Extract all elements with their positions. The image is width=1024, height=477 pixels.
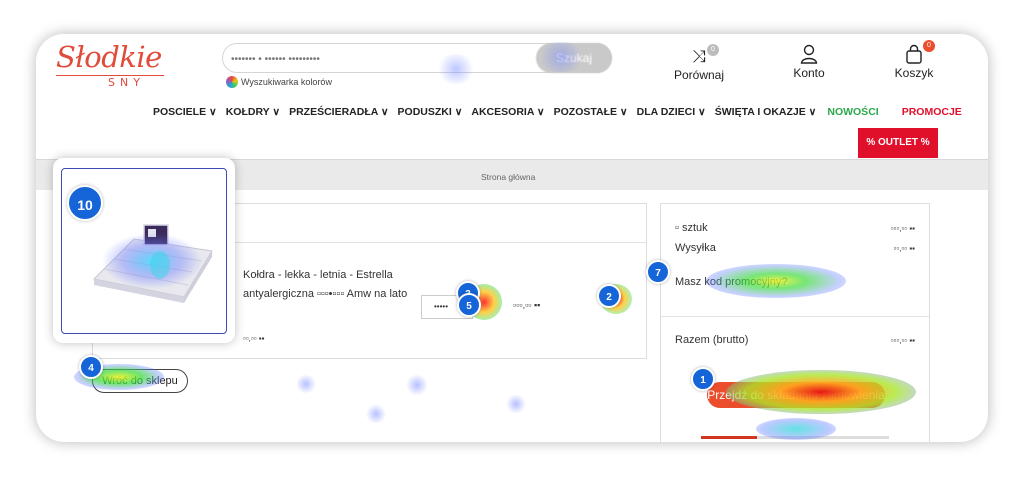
product-name-link[interactable]: Kołdra - lekka - letnia - Estrella antya…: [243, 266, 408, 304]
outlet-button[interactable]: % OUTLET %: [858, 128, 938, 158]
site-header: Słodkie SNY Szukaj Wyszukiwarka kolorów …: [36, 34, 988, 159]
heatmap-marker: 10: [67, 185, 103, 221]
shipping-label: Wysyłka: [675, 242, 716, 254]
heatmap-spot: [366, 404, 386, 424]
heatmap-marker: 1: [691, 367, 715, 391]
nav-item-dla-dzieci[interactable]: DLA DZIECI ∨: [637, 106, 706, 118]
heatmap-spot: [406, 374, 428, 396]
logo-subtext: SNY: [108, 76, 145, 89]
account-link[interactable]: Konto: [774, 44, 844, 80]
product-unit-price: ▫▫,▫▫ ▪▪: [243, 334, 265, 343]
back-to-shop-button[interactable]: Wróć do sklepu: [92, 369, 188, 393]
shipping-value: ▫▫,▫▫ ▪▪: [893, 244, 915, 253]
nav-item-akcesoria[interactable]: AKCESORIA ∨: [471, 106, 544, 118]
search-button[interactable]: Szukaj: [536, 43, 612, 73]
color-search-label: Wyszukiwarka kolorów: [241, 77, 332, 87]
row-total-price: ▫▫▫,▫▫ ▪▪: [513, 300, 541, 310]
checkout-progress-bar: [701, 436, 889, 439]
main-navigation: POSCIELE ∨ KOŁDRY ∨ PRZEŚCIERADŁA ∨ PODU…: [153, 106, 971, 118]
heatmap-marker: 5: [457, 293, 481, 317]
heatmap-spot: [296, 374, 316, 394]
checkout-button[interactable]: Przejdź do składania zamówienia: [707, 382, 885, 408]
heatmap-marker: 7: [646, 260, 670, 284]
page-frame: Słodkie SNY Szukaj Wyszukiwarka kolorów …: [36, 34, 988, 442]
nav-item-pozostale[interactable]: POZOSTAŁE ∨: [554, 106, 628, 118]
nav-item-swieta[interactable]: ŚWIĘTA I OKAZJE ∨: [715, 106, 817, 118]
nav-item-promocje[interactable]: PROMOCJE: [902, 106, 962, 118]
cart-link[interactable]: Koszyk 0: [879, 40, 949, 80]
cart-count-badge: 0: [923, 40, 935, 52]
color-search-link[interactable]: Wyszukiwarka kolorów: [226, 76, 332, 88]
items-total-value: ▫▫▫,▫▫ ▪▪: [890, 224, 915, 233]
progress-fill: [701, 436, 758, 439]
nav-item-poduszki[interactable]: PODUSZKI ∨: [398, 106, 463, 118]
shopping-bag-icon: [879, 44, 949, 66]
order-summary-box: ▫ sztuk ▫▫▫,▫▫ ▪▪ Wysyłka ▫▫,▫▫ ▪▪ Masz …: [660, 203, 930, 442]
search-input[interactable]: [231, 50, 531, 68]
user-icon: [774, 44, 844, 66]
total-value: ▫▫▫,▫▫ ▪▪: [890, 336, 915, 345]
breadcrumb[interactable]: Strona główna: [481, 172, 535, 182]
compare-link[interactable]: ⤨ Porównaj 0: [664, 44, 734, 82]
heatmap-marker: 4: [79, 355, 103, 379]
divider: [661, 316, 929, 317]
site-logo[interactable]: Słodkie SNY: [56, 40, 168, 96]
promo-code-link[interactable]: Masz kod promocyjny?: [675, 276, 788, 288]
compare-label: Porównaj: [673, 68, 725, 82]
shuffle-icon: ⤨: [692, 47, 706, 66]
heatmap-marker: 2: [597, 284, 621, 308]
nav-item-posciele[interactable]: POSCIELE ∨: [153, 106, 217, 118]
color-wheel-icon: [226, 76, 238, 88]
nav-item-nowosci[interactable]: NOWOŚCI: [827, 106, 878, 118]
items-count-label: ▫ sztuk: [675, 222, 708, 234]
total-label: Razem (brutto): [675, 334, 749, 346]
search-bar: Szukaj: [222, 43, 612, 73]
nav-item-przescieradla[interactable]: PRZEŚCIERADŁA ∨: [289, 106, 388, 118]
heatmap-spot: [506, 394, 526, 414]
logo-text: Słodkie: [56, 40, 162, 74]
cart-label: Koszyk: [894, 66, 934, 80]
nav-item-koldry[interactable]: KOŁDRY ∨: [226, 106, 280, 118]
compare-count-badge: 0: [707, 44, 719, 56]
account-label: Konto: [793, 66, 825, 80]
